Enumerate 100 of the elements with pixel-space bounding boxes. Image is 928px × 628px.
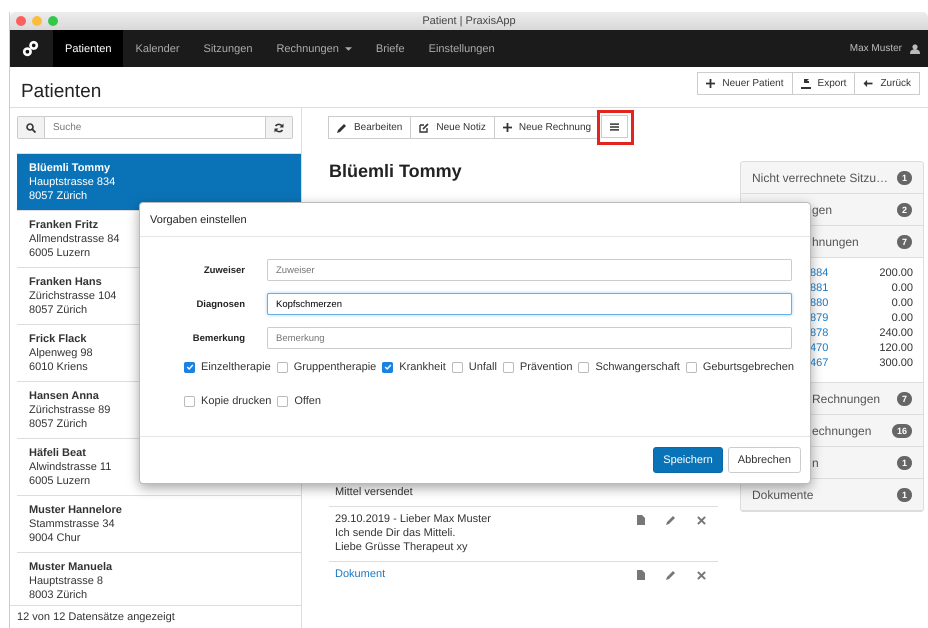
export-icon <box>800 78 811 88</box>
note-text: Ich sende Dir das Mitteli. <box>335 527 456 539</box>
patient-name: Frick Flack <box>29 333 86 345</box>
header-button[interactable]: Export <box>792 72 856 95</box>
panel-title: n <box>812 456 820 470</box>
patient-street: Hauptstrasse 834 <box>29 176 116 188</box>
close-window-button[interactable] <box>16 16 26 26</box>
invoice-link[interactable]: 470 <box>810 342 828 357</box>
page-title: Patienten <box>21 80 102 102</box>
nav-tab[interactable]: Kalender <box>123 30 192 67</box>
file-icon[interactable] <box>637 570 645 580</box>
invoice-link[interactable]: 879 <box>810 312 828 327</box>
pencil-icon[interactable] <box>666 515 676 525</box>
invoice-link[interactable]: 467 <box>810 357 828 372</box>
count-badge: 7 <box>896 392 912 406</box>
search-field[interactable]: Suche <box>17 116 293 139</box>
note-text: 29.10.2019 - Lieber Max Muster <box>335 513 492 525</box>
patient-street: Zürichstrasse 89 <box>29 404 110 416</box>
window-title: Patient | PraxisApp <box>422 15 516 27</box>
checkbox-label: Gruppentherapie <box>294 361 376 373</box>
edit-note-icon <box>419 122 430 132</box>
count-badge: 7 <box>896 234 912 248</box>
checkbox[interactable] <box>277 396 288 406</box>
user-icon[interactable] <box>910 44 920 54</box>
nav-tab[interactable]: Patienten <box>53 30 124 67</box>
count-badge: 16 <box>892 424 912 438</box>
patient-city: 6005 Luzern <box>29 475 90 487</box>
checkbox-label: Krankheit <box>399 361 446 373</box>
checkbox[interactable] <box>184 396 195 406</box>
checkbox[interactable] <box>382 362 394 372</box>
save-button[interactable]: Speichern <box>653 447 723 473</box>
checkbox-label: Prävention <box>520 361 572 373</box>
patient-list-item[interactable]: Muster Hannelore Stammstrasse 34 9004 Chur <box>17 496 301 553</box>
checkbox-label: Einzeltherapie <box>201 361 271 373</box>
patient-city: 6010 Kriens <box>29 361 88 373</box>
checkbox-label: Geburtsgebrechen <box>702 361 794 373</box>
checkbox[interactable] <box>578 362 590 372</box>
header-button[interactable]: Neuer Patient <box>697 72 793 95</box>
patient-name: Muster Hannelore <box>29 504 122 516</box>
patient-heading: Blüemli Tommy <box>329 161 463 182</box>
checkbox-label: Unfall <box>468 361 497 373</box>
invoice-amount: 120.00 <box>879 342 913 356</box>
arrow-left-icon <box>863 79 874 88</box>
field-label: Zuweiser <box>202 264 245 276</box>
input-field[interactable]: Zuweiser <box>267 259 792 281</box>
input-field[interactable]: Bemerkung <box>267 327 792 349</box>
dialog-title: Vorgaben einstellen <box>150 214 247 226</box>
panel-title: Dokumente <box>752 488 814 502</box>
invoice-amount: 240.00 <box>879 327 913 341</box>
panel-title: echnungen <box>812 424 872 438</box>
invoice-amount: 0.00 <box>892 297 913 311</box>
checkbox[interactable] <box>502 362 514 372</box>
count-badge: 1 <box>896 170 912 184</box>
checkbox[interactable] <box>184 362 195 372</box>
patient-street: Alwindstrasse 11 <box>29 461 112 473</box>
count-badge: 1 <box>896 456 912 470</box>
header-button[interactable]: Zurück <box>854 72 920 95</box>
invoice-amount: 300.00 <box>879 357 913 371</box>
delete-icon[interactable] <box>697 516 706 524</box>
patient-city: 8057 Zürich <box>29 418 88 430</box>
plus-icon <box>502 123 512 132</box>
input-field[interactable]: Kopfschmerzen <box>267 293 792 315</box>
patient-name: Franken Hans <box>29 276 102 288</box>
toolbar-button[interactable]: Neue Notiz <box>410 116 495 139</box>
toolbar-button[interactable]: Bearbeiten <box>328 116 412 139</box>
patient-name: Franken Fritz <box>29 219 98 231</box>
patient-name: Hansen Anna <box>29 390 99 402</box>
nav-tab[interactable]: Briefe <box>364 30 417 67</box>
pencil-icon[interactable] <box>666 570 676 580</box>
patient-city: 8057 Zürich <box>29 304 88 316</box>
delete-icon[interactable] <box>697 570 706 580</box>
patient-street: Hauptstrasse 8 <box>29 575 103 587</box>
checkbox[interactable] <box>276 362 288 372</box>
invoice-amount: 0.00 <box>892 312 913 326</box>
plus-icon <box>706 79 716 88</box>
cancel-button[interactable]: Abbrechen <box>728 447 801 473</box>
invoice-link[interactable]: 881 <box>810 282 828 297</box>
patient-list-item[interactable]: Blüemli Tommy Hauptstrasse 834 8057 Zürich <box>17 154 301 211</box>
nav-tab[interactable]: Einstellungen <box>416 30 507 67</box>
nav-tab[interactable]: Rechnungen <box>264 30 364 67</box>
invoice-link[interactable]: 880 <box>810 297 828 312</box>
patient-street: Allmendstrasse 84 <box>29 233 120 245</box>
invoice-link[interactable]: 878 <box>810 327 828 342</box>
menu-button[interactable] <box>601 115 628 138</box>
patient-name: Blüemli Tommy <box>29 162 110 174</box>
checkbox[interactable] <box>452 362 463 372</box>
nav-tab[interactable]: Sitzungen <box>192 30 264 67</box>
patient-list-item[interactable]: Muster Manuela Hauptstrasse 8 8003 Zürich <box>17 553 301 605</box>
refresh-icon <box>274 122 284 132</box>
patient-street: Stammstrasse 34 <box>29 518 115 530</box>
patient-name: Häfeli Beat <box>29 447 86 459</box>
invoice-amount: 200.00 <box>879 267 913 281</box>
document-link[interactable]: Dokument <box>335 568 637 580</box>
panel-header[interactable]: Nicht verrechnete Sitzu… 1 <box>741 162 923 194</box>
file-icon[interactable] <box>637 515 645 525</box>
count-badge: 2 <box>896 202 912 216</box>
logo-icon[interactable] <box>22 40 40 58</box>
invoice-link[interactable]: 884 <box>810 267 828 282</box>
checkbox[interactable] <box>686 362 697 372</box>
user-name[interactable]: Max Muster <box>850 43 902 54</box>
